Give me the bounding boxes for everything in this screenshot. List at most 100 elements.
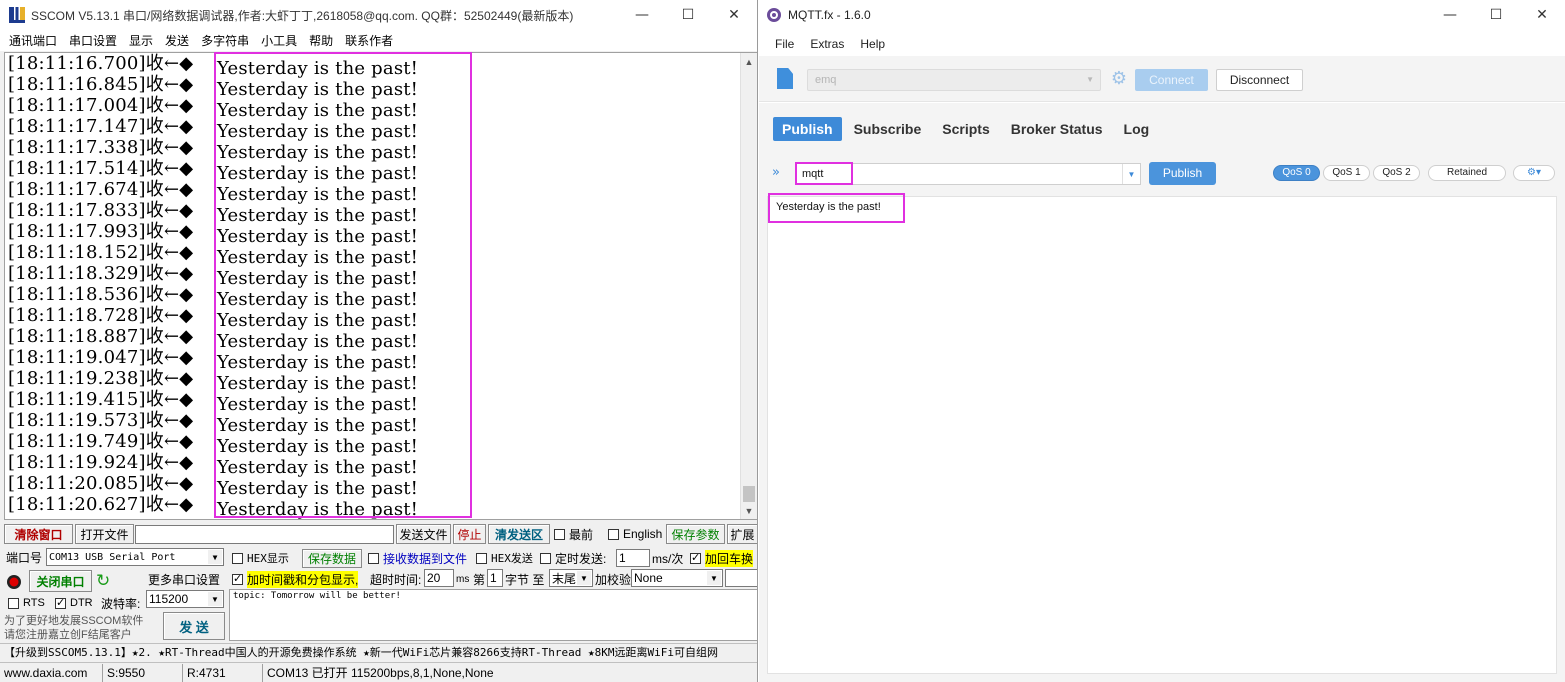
promo-ticker[interactable]: 【升级到SSCOM5.13.1】★2. ★RT-Thread中国人的开源免费操作… [0, 643, 757, 663]
more-serial-settings-link[interactable]: 更多串口设置 [148, 571, 220, 587]
menu-help[interactable]: Help [860, 37, 901, 51]
open-file-button[interactable]: 打开文件 [75, 524, 134, 544]
english-checkbox[interactable]: English [608, 527, 662, 541]
connection-profile-icon[interactable] [777, 68, 793, 89]
checkbox-icon[interactable] [554, 528, 565, 540]
menu-tools[interactable]: 小工具 [256, 32, 304, 49]
chevron-down-icon[interactable]: ▼ [577, 571, 591, 585]
qos-1-toggle[interactable]: QoS 1 [1323, 165, 1370, 181]
checkbox-icon[interactable] [476, 552, 487, 564]
minimize-button[interactable]: — [1427, 0, 1473, 30]
maximize-button[interactable]: ☐ [665, 0, 711, 30]
add-crlf-checkbox[interactable]: 加回车换 [690, 549, 754, 567]
clear-window-button[interactable]: 清除窗口 [4, 524, 73, 544]
website-link[interactable]: www.daxia.com [0, 664, 103, 682]
profile-select[interactable]: emq ▼ [807, 69, 1101, 91]
checkbox-icon[interactable] [8, 597, 19, 609]
close-button[interactable]: ✕ [1519, 0, 1565, 30]
refresh-icon[interactable]: ↻ [96, 571, 114, 591]
payload-textarea[interactable]: Yesterday is the past! [767, 196, 1557, 674]
checkbox-icon[interactable] [232, 552, 243, 564]
checkbox-checked-icon[interactable] [55, 596, 66, 609]
double-chevron-right-icon[interactable]: » [772, 165, 780, 180]
receive-scrollbar[interactable]: ▲ ▼ [740, 53, 757, 519]
scroll-up-icon[interactable]: ▲ [741, 53, 757, 70]
menu-help[interactable]: 帮助 [304, 32, 340, 49]
chevron-down-icon[interactable]: ▼ [208, 550, 222, 564]
byte-index-input[interactable]: 1 [487, 569, 503, 587]
hex-send-checkbox[interactable]: HEX发送 [476, 551, 533, 565]
timed-send-checkbox[interactable]: 定时发送: [540, 551, 606, 566]
receive-area[interactable]: [18:11:16.700]收←◆ Yesterday is the past![… [4, 52, 757, 520]
checkbox-icon[interactable] [540, 552, 551, 564]
extra-input[interactable] [725, 569, 757, 587]
send-textarea[interactable]: topic: Tomorrow will be better! [229, 589, 757, 641]
publish-button[interactable]: Publish [1149, 162, 1216, 185]
scroll-thumb[interactable] [743, 486, 755, 502]
tab-broker-status[interactable]: Broker Status [1002, 117, 1112, 141]
recv-to-file-checkbox[interactable]: 接收数据到文件 [368, 551, 467, 566]
close-port-button[interactable]: 关闭串口 [29, 570, 92, 592]
topic-input[interactable]: mqtt [795, 163, 1141, 185]
menu-display[interactable]: 显示 [124, 32, 160, 49]
menu-serial-settings[interactable]: 串口设置 [64, 32, 124, 49]
retained-toggle[interactable]: Retained [1428, 165, 1506, 181]
menu-send[interactable]: 发送 [160, 32, 196, 49]
mqttfx-window: MQTT.fx - 1.6.0 — ☐ ✕ File Extras Help e… [759, 0, 1565, 682]
disconnect-button[interactable]: Disconnect [1216, 69, 1303, 91]
timed-interval-input[interactable]: 1 [616, 549, 650, 567]
rts-checkbox[interactable]: RTS [8, 596, 45, 610]
file-path-input[interactable] [135, 525, 394, 544]
save-data-button[interactable]: 保存数据 [302, 549, 362, 568]
save-params-button[interactable]: 保存参数 [666, 524, 725, 544]
receive-timestamp: [18:11:17.993]收←◆ [8, 221, 194, 242]
timeout-input[interactable]: 20 [424, 569, 454, 587]
qos-0-toggle[interactable]: QoS 0 [1273, 165, 1320, 181]
clear-send-button[interactable]: 清发送区 [488, 524, 550, 544]
menu-file[interactable]: File [775, 37, 810, 51]
menu-multi-string[interactable]: 多字符串 [196, 32, 256, 49]
tab-publish[interactable]: Publish [773, 117, 842, 141]
checkbox-icon[interactable] [368, 552, 379, 564]
qos-2-toggle[interactable]: QoS 2 [1373, 165, 1420, 181]
menu-extras[interactable]: Extras [810, 37, 860, 51]
checkbox-icon[interactable] [608, 528, 619, 540]
settings-dropdown-icon[interactable]: ⚙▾ [1513, 165, 1555, 181]
tab-log[interactable]: Log [1115, 117, 1159, 141]
tab-scripts[interactable]: Scripts [933, 117, 998, 141]
receive-timestamp: [18:11:17.514]收←◆ [8, 158, 194, 179]
tab-subscribe[interactable]: Subscribe [845, 117, 931, 141]
sponsor-line-1[interactable]: 为了更好地发展SSCOM软件 [4, 613, 143, 627]
sscom-titlebar: SSCOM V5.13.1 串口/网络数据调试器,作者:大虾丁丁,2618058… [0, 0, 757, 30]
chevron-down-icon[interactable]: ▼ [707, 571, 721, 585]
dtr-checkbox[interactable]: DTR [55, 596, 93, 610]
scroll-down-icon[interactable]: ▼ [741, 502, 757, 519]
checksum-select[interactable]: None ▼ [631, 569, 723, 587]
menu-contact[interactable]: 联系作者 [340, 32, 400, 49]
minimize-button[interactable]: — [619, 0, 665, 30]
sponsor-line-2[interactable]: 请您注册嘉立创F结尾客户 [4, 627, 132, 641]
gear-icon[interactable]: ⚙ [1109, 69, 1129, 89]
send-button[interactable]: 发 送 [163, 612, 225, 640]
timestamp-checkbox[interactable]: 加时间戳和分包显示, [232, 570, 359, 588]
baud-select[interactable]: 115200 ▼ [146, 590, 224, 608]
mqttfx-logo-icon [767, 8, 781, 22]
topmost-checkbox[interactable]: 最前 [554, 527, 593, 542]
timed-unit-label: ms/次 [652, 551, 684, 566]
stop-button[interactable]: 停止 [453, 524, 486, 544]
maximize-button[interactable]: ☐ [1473, 0, 1519, 30]
tail-select[interactable]: 末尾 ▼ [549, 569, 593, 587]
chevron-down-icon[interactable]: ▼ [1086, 70, 1094, 90]
hex-display-checkbox[interactable]: HEX显示 [232, 551, 289, 565]
chevron-down-icon[interactable]: ▼ [208, 592, 222, 606]
send-file-button[interactable]: 发送文件 [396, 524, 451, 544]
menu-port[interactable]: 通讯端口 [4, 32, 64, 49]
close-button[interactable]: ✕ [711, 0, 757, 30]
expand-button[interactable]: 扩展 [727, 524, 757, 544]
receive-line: [18:11:19.047]收←◆ Yesterday is the past! [5, 347, 757, 373]
connect-button[interactable]: Connect [1135, 69, 1208, 91]
checkbox-checked-icon[interactable] [232, 572, 243, 585]
port-select[interactable]: COM13 USB Serial Port ▼ [46, 548, 224, 566]
chevron-down-icon[interactable]: ▼ [1122, 164, 1140, 184]
checkbox-checked-icon[interactable] [690, 551, 701, 564]
